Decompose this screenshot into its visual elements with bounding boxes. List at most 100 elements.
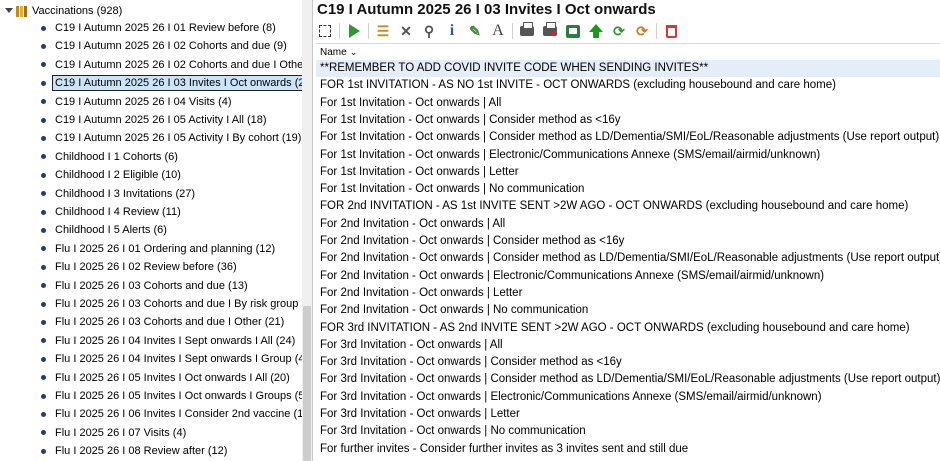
tree-scrollbar[interactable] <box>302 0 312 461</box>
refresh-icon[interactable]: ⟳ <box>610 22 628 40</box>
search-report-icon <box>38 372 49 384</box>
search-report-icon <box>38 40 49 52</box>
tree-item[interactable]: Flu I 2025 26 I 04 Invites I Sept onward… <box>38 333 297 349</box>
column-header-label: Name <box>320 46 347 58</box>
tree-item-label: Flu I 2025 26 I 05 Invites I Oct onwards… <box>55 390 313 402</box>
tree-item[interactable]: Flu I 2025 26 I 05 Invites I Oct onwards… <box>38 370 292 386</box>
tree-item[interactable]: Childhood I 5 Alerts (6) <box>38 222 169 238</box>
search-row[interactable]: For 2nd Invitation - Oct onwards | Elect… <box>316 268 940 285</box>
search-list: Name ⌄ **REMEMBER TO ADD COVID INVITE CO… <box>316 43 940 461</box>
tree-item[interactable]: Flu I 2025 26 I 02 Review before (36) <box>38 259 239 275</box>
pen-icon[interactable]: ✎ <box>466 22 484 40</box>
font-icon[interactable]: A <box>489 22 507 40</box>
tree-scrollbar-thumb[interactable] <box>303 306 311 461</box>
tree-item[interactable]: Flu I 2025 26 I 08 Review after (12) <box>38 443 229 459</box>
search-row[interactable]: For 3rd Invitation - Oct onwards | Elect… <box>316 389 940 406</box>
tree-item[interactable]: Childhood I 3 Invitations (27) <box>38 186 197 202</box>
search-list-panel: C19 I Autumn 2025 26 I 03 Invites I Oct … <box>314 0 940 461</box>
search-report-icon <box>38 22 49 34</box>
search-row[interactable]: **REMEMBER TO ADD COVID INVITE CODE WHEN… <box>316 60 940 77</box>
search-row[interactable]: FOR 3rd INVITATION - AS 2nd INVITE SENT … <box>316 320 940 337</box>
search-row[interactable]: For 1st Invitation - Oct onwards | Consi… <box>316 129 940 146</box>
tree-item[interactable]: C19 I Autumn 2025 26 I 05 Activity I By … <box>38 130 303 146</box>
tree-item[interactable]: Childhood I 2 Eligible (10) <box>38 167 183 183</box>
search-report-icon <box>38 132 49 144</box>
tree-item-label: C19 I Autumn 2025 26 I 05 Activity I By … <box>55 132 302 145</box>
tree-item[interactable]: Childhood I 1 Cohorts (6) <box>38 149 180 165</box>
search-report-icon <box>38 280 49 292</box>
tree-item-label: Flu I 2025 26 I 03 Cohorts and due I Oth… <box>55 316 285 329</box>
tree-item-label: Childhood I 5 Alerts (6) <box>55 224 167 237</box>
tree-item-label: Childhood I 4 Review (11) <box>55 206 181 218</box>
tree-item[interactable]: C19 I Autumn 2025 26 I 05 Activity I All… <box>38 112 269 128</box>
column-header-name[interactable]: Name ⌄ <box>316 44 940 60</box>
search-report-icon <box>38 151 49 163</box>
print-report-icon[interactable] <box>541 22 559 40</box>
run-icon[interactable] <box>345 22 363 40</box>
search-icon[interactable]: ⚲ <box>420 22 438 40</box>
search-row[interactable]: For 2nd Invitation - Oct onwards | Lette… <box>316 285 940 302</box>
bin-icon[interactable] <box>662 22 680 40</box>
tree-item[interactable]: Flu I 2025 26 I 05 Invites I Oct onwards… <box>38 388 313 404</box>
tree-item[interactable]: Flu I 2025 26 I 03 Cohorts and due I By … <box>38 296 313 312</box>
toolbar: ☰ ✕ ⚲ i ✎ A ⟳ ⟳ <box>316 21 685 41</box>
search-report-icon <box>38 316 49 328</box>
sort-chevron-down-icon[interactable]: ⌄ <box>350 47 358 58</box>
search-row[interactable]: For 3rd Invitation - Oct onwards | Lette… <box>316 406 940 423</box>
tree-item-label: C19 I Autumn 2025 26 I 02 Cohorts and du… <box>55 40 287 53</box>
print-icon[interactable] <box>518 22 536 40</box>
search-row[interactable]: For 1st Invitation - Oct onwards | All <box>316 95 940 112</box>
search-row[interactable]: For 1st Invitation - Oct onwards | No co… <box>316 181 940 198</box>
tree-item[interactable]: C19 I Autumn 2025 26 I 03 Invites I Oct … <box>38 75 312 92</box>
search-row[interactable]: For 1st Invitation - Oct onwards | Lette… <box>316 164 940 181</box>
search-row[interactable]: FOR 2nd INVITATION - AS 1st INVITE SENT … <box>316 198 940 215</box>
search-row[interactable]: For further invites - Consider further i… <box>316 441 940 458</box>
tree-item-label: C19 I Autumn 2025 26 I 04 Visits (4) <box>55 95 232 108</box>
tree-item[interactable]: C19 I Autumn 2025 26 I 01 Review before … <box>38 20 278 36</box>
tree-item[interactable]: Flu I 2025 26 I 01 Ordering and planning… <box>38 241 277 257</box>
expand-arrow-icon[interactable] <box>4 7 13 16</box>
tree-item[interactable]: C19 I Autumn 2025 26 I 02 Cohorts and du… <box>38 57 312 73</box>
select-icon[interactable] <box>316 22 334 40</box>
search-row[interactable]: For 3rd Invitation - Oct onwards | All <box>316 337 940 354</box>
search-row[interactable]: For 2nd Invitation - Oct onwards | Consi… <box>316 250 940 267</box>
search-row[interactable]: For 3rd Invitation - Oct onwards | Consi… <box>316 354 940 371</box>
tree-item[interactable]: Flu I 2025 26 I 06 Invites I Consider 2n… <box>38 406 309 422</box>
search-report-icon <box>38 445 49 457</box>
search-row[interactable]: For 3rd Invitation - Oct onwards | Consi… <box>316 371 940 388</box>
refresh-alt-icon[interactable]: ⟳ <box>633 22 651 40</box>
tree-item-label: Flu I 2025 26 I 02 Review before (36) <box>55 261 237 274</box>
delete-icon[interactable]: ✕ <box>397 22 415 40</box>
tree-item[interactable]: Flu I 2025 26 I 07 Visits (4) <box>38 425 188 441</box>
search-row[interactable]: For 2nd Invitation - Oct onwards | No co… <box>316 302 940 319</box>
toolbar-divider <box>512 23 513 39</box>
tree-item[interactable]: C19 I Autumn 2025 26 I 02 Cohorts and du… <box>38 38 289 54</box>
search-row[interactable]: For 2nd Invitation - Oct onwards | All <box>316 216 940 233</box>
tree-item[interactable]: Flu I 2025 26 I 03 Cohorts and due I Oth… <box>38 314 286 330</box>
search-row[interactable]: For 1st Invitation - Oct onwards | Elect… <box>316 147 940 164</box>
tree-item[interactable]: Flu I 2025 26 I 03 Cohorts and due (13) <box>38 278 250 294</box>
report-tree: Vaccinations (928) C19 I Autumn 2025 26 … <box>0 0 313 461</box>
search-report-icon <box>38 427 49 439</box>
search-row[interactable]: For 1st Invitation - Oct onwards | Consi… <box>316 112 940 129</box>
search-row[interactable]: For 3rd Invitation - Oct onwards | No co… <box>316 423 940 440</box>
search-report-icon <box>38 261 49 273</box>
tree-item-label: Flu I 2025 26 I 04 Invites I Sept onward… <box>55 334 296 347</box>
export-icon[interactable] <box>564 22 582 40</box>
tree-item[interactable]: C19 I Autumn 2025 26 I 04 Visits (4) <box>38 94 234 110</box>
info-icon[interactable]: i <box>443 22 461 40</box>
search-report-icon <box>38 243 49 255</box>
search-row[interactable]: FOR 1st INVITATION - AS NO 1st INVITE - … <box>316 77 940 94</box>
tree-root-vaccinations[interactable]: Vaccinations (928) <box>4 3 122 19</box>
tree-item-label: Flu I 2025 26 I 03 Cohorts and due I By … <box>55 298 313 310</box>
promote-icon[interactable] <box>587 22 605 40</box>
toolbar-divider <box>368 23 369 39</box>
search-row[interactable]: For 2nd Invitation - Oct onwards | Consi… <box>316 233 940 250</box>
move-icon[interactable]: ☰ <box>374 22 392 40</box>
tree-item[interactable]: Flu I 2025 26 I 04 Invites I Sept onward… <box>38 351 312 367</box>
tree-item[interactable]: Childhood I 4 Review (11) <box>38 204 183 220</box>
search-report-icon <box>38 206 49 218</box>
tree-item-label: C19 I Autumn 2025 26 I 01 Review before … <box>55 22 276 34</box>
tree-item-label: Flu I 2025 26 I 03 Cohorts and due (13) <box>55 279 248 292</box>
tree-item-label: Flu I 2025 26 I 07 Visits (4) <box>55 426 187 439</box>
